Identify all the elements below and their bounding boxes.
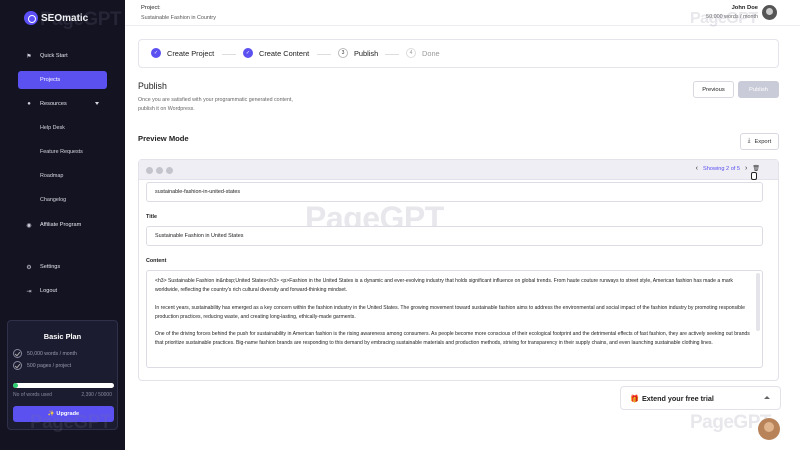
step-create-project: ✓ Create Project [151,48,214,58]
window-dot [156,167,163,174]
content-paragraph: In recent years, sustainability has emer… [155,304,745,320]
trial-label: Extend your free trial [641,393,714,403]
sidebar-sub-help-desk[interactable]: Help Desk [40,125,65,131]
gift-icon: 🎁 [630,393,639,403]
sidebar: SEOmatic PageGPT ⚑ Quick Start ▤ Project… [0,0,125,450]
step-divider [222,54,236,55]
sidebar-item-quick-start[interactable]: ⚑ Quick Start [18,47,107,65]
step-label: Done [422,48,440,58]
sidebar-item-label: Settings [40,264,61,270]
title-label: Title [146,214,157,220]
title-field[interactable]: Sustainable Fashion in United States [146,226,763,246]
export-label: Export [754,138,772,145]
sidebar-item-settings[interactable]: ⚙ Settings [18,258,107,276]
sidebar-sub-roadmap[interactable]: Roadmap [40,173,63,179]
publish-button[interactable]: Publish [738,81,779,98]
export-button[interactable]: ⤓ Export [740,133,779,150]
plan-feature-text: 50,000 words / month [27,350,77,357]
check-icon: ✓ [243,48,253,58]
preview-panel: ‹ Showing 2 of 5 › 🗑 sustainable-fashion… [138,159,779,381]
logo-icon [24,11,38,25]
usage-count: 2,390 / 50000 [81,392,112,398]
chevron-up-icon [764,396,770,399]
extend-trial-banner[interactable]: 🎁 Extend your free trial [620,386,781,410]
plan-title: Basic Plan [43,332,82,341]
step-done: 4 Done [406,48,440,58]
preview-heading: Preview Mode [138,134,189,143]
usage-progress-fill [13,383,18,388]
watermark: PageGPT [30,412,111,433]
chevron-right-icon[interactable]: › [745,165,747,172]
scrollbar[interactable] [756,273,760,331]
logout-icon: ⇥ [26,288,32,295]
step-publish: 3 Publish [338,48,378,58]
sidebar-sub-feature-requests[interactable]: Feature Requests [40,149,83,155]
info-icon: ● [27,101,31,107]
mouse-cursor-icon [751,172,757,180]
preview-toolbar: ‹ Showing 2 of 5 › 🗑 [139,160,778,180]
step-label: Create Content [259,48,310,58]
content-paragraph: <h3> Sustainable Fashion in&nbsp;United … [155,278,733,293]
avatar[interactable] [762,5,777,20]
publish-heading: Publish [138,81,167,91]
check-icon [13,349,22,358]
sidebar-item-projects[interactable]: ▤ Projects [18,71,107,89]
sidebar-item-label: Quick Start [40,53,68,59]
step-divider [317,54,331,55]
download-icon: ⤓ [747,138,751,144]
trash-icon[interactable]: 🗑 [752,165,760,172]
check-icon [13,361,22,370]
sidebar-sub-changelog[interactable]: Changelog [40,197,66,203]
sidebar-item-label: Logout [40,288,58,294]
previous-button[interactable]: Previous [693,81,734,98]
sidebar-item-resources[interactable]: ● Resources [18,95,107,113]
sidebar-item-affiliate[interactable]: ◉ Affiliate Program [18,216,107,234]
watermark: PageGPT [690,10,758,27]
check-icon: ✓ [151,48,161,58]
project-name: Sustainable Fashion in Country [141,15,216,21]
watermark: PageGPT [40,9,121,30]
plan-feature-text: 500 pages / project [27,362,72,369]
support-chat-avatar[interactable] [758,418,780,440]
usage-label: No of words used [13,392,52,398]
sidebar-item-label: Affiliate Program [40,222,82,228]
window-dot [166,167,173,174]
content-label: Content [146,258,167,264]
step-divider [385,54,399,55]
plan-feature: 500 pages / project [13,361,71,370]
satellite-icon: ◉ [26,222,32,229]
slug-field[interactable]: sustainable-fashion-in-united-states [146,182,763,202]
progress-stepper: ✓ Create Project ✓ Create Content 3 Publ… [138,39,779,68]
content-field[interactable]: <h3> Sustainable Fashion in&nbsp;United … [146,270,763,368]
step-label: Publish [354,48,379,58]
window-dot [146,167,153,174]
gear-icon: ⚙ [26,264,32,271]
sidebar-item-logout[interactable]: ⇥ Logout [18,282,107,300]
step-create-content: ✓ Create Content [243,48,309,58]
usage-progress-bar [13,383,114,388]
sidebar-item-label: Projects [40,77,61,83]
content-paragraph: One of the driving forces behind the pus… [155,331,750,347]
plan-feature: 50,000 words / month [13,349,77,358]
publish-description: Once you are satisfied with your program… [138,97,293,112]
sidebar-item-label: Resources [40,101,67,107]
pager-text: Showing 2 of 5 [703,165,741,172]
step-label: Create Project [167,48,215,58]
chevron-left-icon[interactable]: ‹ [696,165,698,172]
project-label: Project: [141,5,161,11]
step-number: 3 [338,48,348,58]
flag-icon: ⚑ [26,53,32,60]
top-bar: Project: Sustainable Fashion in Country … [125,0,800,27]
chevron-down-icon [95,102,99,105]
step-number: 4 [406,48,416,58]
pager: ‹ Showing 2 of 5 › 🗑 [696,165,760,172]
